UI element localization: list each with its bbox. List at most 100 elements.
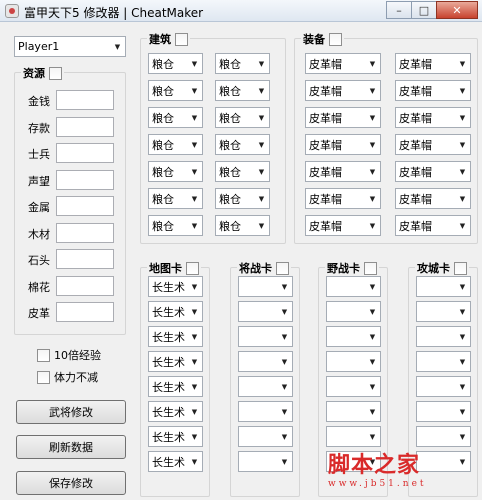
map-card-select[interactable]: 长生术 ▼ (148, 451, 203, 472)
siege-card-select[interactable]: ▼ (416, 301, 471, 322)
building-select[interactable]: 粮仓 ▼ (215, 188, 270, 209)
equipment-select[interactable]: 皮革帽 ▼ (395, 53, 471, 74)
building-select[interactable]: 粮仓 ▼ (215, 107, 270, 128)
equipment-select[interactable]: 皮革帽 ▼ (305, 107, 381, 128)
maximize-button[interactable]: □ (411, 1, 437, 19)
equipment-select[interactable]: 皮革帽 ▼ (305, 134, 381, 155)
equipment-select[interactable]: 皮革帽 ▼ (305, 53, 381, 74)
field-card-select[interactable]: ▼ (326, 326, 381, 347)
double-exp-option[interactable]: 10倍经验 (37, 347, 101, 363)
resource-input[interactable] (56, 116, 114, 137)
map-card-select[interactable]: 长生术 ▼ (148, 401, 203, 422)
field-card-select[interactable]: ▼ (326, 276, 381, 297)
siege-card-select[interactable]: ▼ (416, 426, 471, 447)
minimize-button[interactable]: – (386, 1, 412, 19)
building-select[interactable]: 粮仓 ▼ (148, 161, 203, 182)
siege-card-select[interactable]: ▼ (416, 326, 471, 347)
building-select[interactable]: 粮仓 ▼ (148, 80, 203, 101)
resource-input[interactable] (56, 275, 114, 296)
battle-card-checkbox[interactable] (276, 261, 289, 275)
building-checkbox[interactable] (175, 32, 188, 46)
battle-card-select[interactable]: ▼ (238, 351, 293, 372)
equipment-select[interactable]: 皮革帽 ▼ (395, 188, 471, 209)
battle-card-select[interactable]: ▼ (238, 376, 293, 397)
resource-input[interactable] (56, 249, 114, 269)
save-changes-button[interactable]: 保存修改 (16, 471, 126, 495)
chevron-down-icon: ▼ (191, 457, 198, 466)
siege-card-select[interactable]: ▼ (416, 401, 471, 422)
resource-input[interactable] (56, 222, 114, 243)
map-card-select[interactable]: 长生术 ▼ (148, 426, 203, 447)
stamina-option[interactable]: 体力不减 (37, 369, 98, 385)
siege-card-checkbox[interactable] (454, 261, 467, 275)
equipment-select[interactable]: 皮革帽 ▼ (305, 215, 381, 236)
resources-checkbox[interactable] (49, 66, 62, 80)
refresh-data-button[interactable]: 刷新数据 (16, 435, 126, 459)
building-select-value: 粮仓 (219, 57, 241, 71)
siege-card-select[interactable]: ▼ (416, 376, 471, 397)
building-select[interactable]: 粮仓 ▼ (148, 53, 203, 74)
field-card-select[interactable]: ▼ (326, 376, 381, 397)
resource-input[interactable] (56, 196, 114, 216)
field-card-select[interactable]: ▼ (326, 426, 381, 447)
map-card-select[interactable]: 长生术 ▼ (148, 376, 203, 397)
field-card-select[interactable]: ▼ (326, 351, 381, 372)
building-select[interactable]: 粮仓 ▼ (215, 134, 270, 155)
siege-card-select[interactable]: ▼ (416, 276, 471, 297)
double-exp-label: 10倍经验 (54, 349, 101, 362)
map-card-select[interactable]: 长生术 ▼ (148, 351, 203, 372)
battle-card-select[interactable]: ▼ (238, 451, 293, 472)
resource-input[interactable] (56, 169, 114, 190)
close-button[interactable]: ✕ (436, 1, 478, 19)
resource-input[interactable] (56, 90, 114, 110)
resource-input[interactable] (56, 143, 114, 163)
field-card-title: 野战卡 (327, 262, 360, 275)
general-edit-button[interactable]: 武将修改 (16, 400, 126, 424)
equipment-select[interactable]: 皮革帽 ▼ (395, 215, 471, 236)
battle-card-select[interactable]: ▼ (238, 426, 293, 447)
chevron-down-icon: ▼ (191, 407, 198, 416)
equipment-select[interactable]: 皮革帽 ▼ (305, 161, 381, 182)
equipment-select[interactable]: 皮革帽 ▼ (395, 107, 471, 128)
double-exp-checkbox[interactable] (37, 348, 50, 362)
player-select-value: Player1 (18, 40, 60, 53)
battle-card-select[interactable]: ▼ (238, 301, 293, 322)
stamina-checkbox[interactable] (37, 370, 50, 384)
siege-card-select[interactable]: ▼ (416, 351, 471, 372)
equipment-select[interactable]: 皮革帽 ▼ (305, 80, 381, 101)
map-card-select[interactable]: 长生术 ▼ (148, 326, 203, 347)
field-card-select[interactable]: ▼ (326, 401, 381, 422)
equipment-select[interactable]: 皮革帽 ▼ (395, 80, 471, 101)
building-select[interactable]: 粮仓 ▼ (215, 53, 270, 74)
building-select[interactable]: 粮仓 ▼ (215, 215, 270, 236)
building-select[interactable]: 粮仓 ▼ (215, 161, 270, 182)
map-card-select[interactable]: 长生术 ▼ (148, 276, 203, 297)
building-select[interactable]: 粮仓 ▼ (148, 107, 203, 128)
battle-card-select[interactable]: ▼ (238, 401, 293, 422)
map-card-checkbox[interactable] (186, 261, 199, 275)
map-card-select-value: 长生术 (152, 355, 185, 369)
building-select[interactable]: 粮仓 ▼ (148, 134, 203, 155)
building-select[interactable]: 粮仓 ▼ (148, 188, 203, 209)
equipment-checkbox[interactable] (329, 32, 342, 46)
battle-card-select[interactable]: ▼ (238, 326, 293, 347)
equipment-select[interactable]: 皮革帽 ▼ (395, 134, 471, 155)
building-select[interactable]: 粮仓 ▼ (215, 80, 270, 101)
resource-input[interactable] (56, 302, 114, 322)
chevron-down-icon: ▼ (191, 167, 198, 176)
battle-card-select[interactable]: ▼ (238, 276, 293, 297)
chevron-down-icon: ▼ (459, 194, 466, 203)
equipment-select[interactable]: 皮革帽 ▼ (395, 161, 471, 182)
chevron-down-icon: ▼ (191, 140, 198, 149)
map-card-select[interactable]: 长生术 ▼ (148, 301, 203, 322)
chevron-down-icon: ▼ (281, 282, 288, 291)
equipment-select[interactable]: 皮革帽 ▼ (305, 188, 381, 209)
building-select-value: 粮仓 (152, 192, 174, 206)
building-select[interactable]: 粮仓 ▼ (148, 215, 203, 236)
map-card-select-value: 长生术 (152, 430, 185, 444)
field-card-select[interactable]: ▼ (326, 301, 381, 322)
field-card-checkbox[interactable] (364, 261, 377, 275)
equipment-select-value: 皮革帽 (399, 57, 432, 71)
player-select[interactable]: Player1 ▼ (14, 36, 126, 57)
map-card-select-value: 长生术 (152, 455, 185, 469)
